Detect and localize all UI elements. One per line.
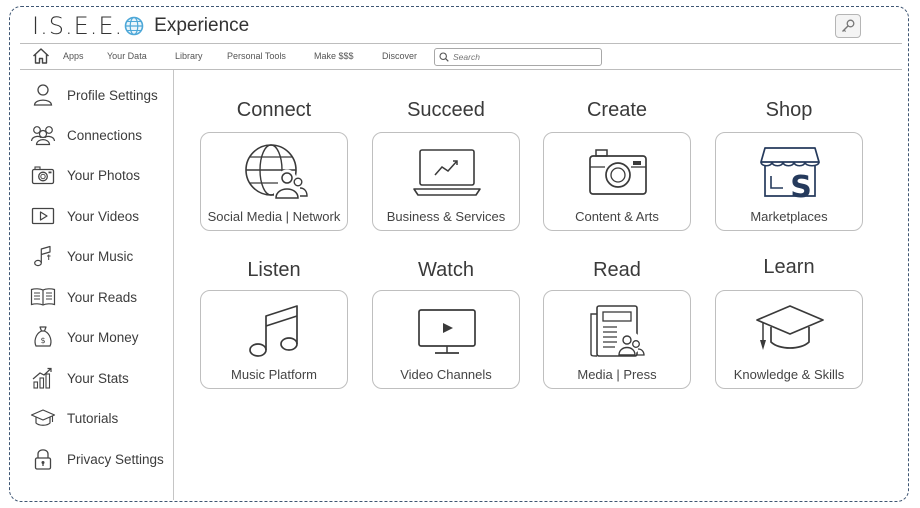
svg-text:$: $ <box>40 336 45 345</box>
camera-icon <box>31 166 55 185</box>
card-label: Music Platform <box>231 367 317 382</box>
svg-text:S: S <box>790 170 812 202</box>
card-label: Business & Services <box>386 209 506 224</box>
category-title-connect: Connect <box>236 99 312 121</box>
card-learn[interactable]: Knowledge & Skills <box>715 290 863 389</box>
video-icon <box>31 207 55 225</box>
brand-logo[interactable]: I.S.E.E. Experience <box>32 12 249 40</box>
lock-icon <box>34 449 52 470</box>
sidebar-divider <box>173 70 174 500</box>
sidebar-item-label: Your Music <box>67 248 134 264</box>
brand-name: I.S.E.E. <box>32 12 124 40</box>
nav-your-data[interactable]: Your Data <box>107 51 147 61</box>
brand-subtitle: Experience <box>154 15 250 36</box>
sidebar-item-connections[interactable]: Connections <box>30 122 142 148</box>
sidebar-item-label: Connections <box>67 127 143 143</box>
search-input[interactable] <box>453 52 593 62</box>
tv-play-icon <box>418 309 476 354</box>
laptop-chart-icon <box>413 149 481 196</box>
person-icon <box>33 84 53 106</box>
sidebar-item-your-money[interactable]: $ Your Money <box>30 324 139 350</box>
category-title-read: Read <box>593 259 641 281</box>
app-frame <box>9 6 909 502</box>
globe-people-icon <box>245 144 308 202</box>
sidebar-item-label: Your Videos <box>67 208 140 224</box>
card-label: Social Media | Network <box>207 209 341 224</box>
book-icon <box>30 288 56 306</box>
sidebar-item-label: Tutorials <box>67 410 119 426</box>
storefront-icon: S <box>760 147 820 202</box>
category-title-succeed: Succeed <box>407 99 485 121</box>
card-create[interactable]: Content & Arts <box>543 132 691 231</box>
sidebar-item-privacy-settings[interactable]: Privacy Settings <box>30 446 164 472</box>
category-title-listen: Listen <box>247 259 301 281</box>
sidebar-item-label: Your Stats <box>67 370 129 386</box>
music-notes-icon <box>249 305 298 357</box>
sidebar-item-label: Your Money <box>67 329 139 345</box>
sidebar-item-label: Your Photos <box>67 167 141 183</box>
category-title-create: Create <box>586 99 648 121</box>
sidebar-item-label: Privacy Settings <box>67 451 164 467</box>
globe-icon <box>124 16 144 36</box>
card-watch[interactable]: Video Channels <box>372 290 520 389</box>
search-box[interactable] <box>434 48 602 66</box>
card-label: Knowledge & Skills <box>733 367 845 382</box>
newspaper-icon <box>590 305 645 357</box>
sidebar-item-profile-settings[interactable]: Profile Settings <box>30 82 158 108</box>
header-divider <box>20 43 902 44</box>
category-title-watch: Watch <box>418 259 474 281</box>
stats-icon <box>32 367 52 389</box>
nav-personal-tools[interactable]: Personal Tools <box>227 51 286 61</box>
camera-icon <box>589 149 647 195</box>
sidebar-item-your-reads[interactable]: Your Reads <box>30 284 137 310</box>
graduation-cap-icon <box>756 305 824 350</box>
key-button[interactable] <box>835 14 861 38</box>
graduation-cap-icon <box>30 409 56 426</box>
sidebar-item-tutorials[interactable]: Tutorials <box>30 405 118 431</box>
nav-discover[interactable]: Discover <box>382 51 417 61</box>
sidebar-item-your-videos[interactable]: Your Videos <box>30 203 139 229</box>
sidebar-item-your-stats[interactable]: Your Stats <box>30 365 129 391</box>
group-icon <box>30 126 56 146</box>
nav-divider <box>20 69 902 70</box>
category-title-learn: Learn <box>763 256 815 278</box>
card-shop[interactable]: S Marketplaces <box>715 132 863 231</box>
card-read[interactable]: Media | Press <box>543 290 691 389</box>
card-label: Video Channels <box>400 367 492 382</box>
category-title-shop: Shop <box>765 99 813 121</box>
sidebar-item-your-photos[interactable]: Your Photos <box>30 162 140 188</box>
card-succeed[interactable]: Business & Services <box>372 132 520 231</box>
search-icon <box>439 52 449 62</box>
sidebar-item-label: Profile Settings <box>67 87 158 103</box>
card-connect[interactable]: Social Media | Network <box>200 132 348 231</box>
money-bag-icon: $ <box>34 326 52 347</box>
card-listen[interactable]: Music Platform <box>200 290 348 389</box>
card-label: Content & Arts <box>575 209 659 224</box>
nav-library[interactable]: Library <box>175 51 203 61</box>
music-icon <box>34 245 51 267</box>
nav-make-money[interactable]: Make $$$ <box>314 51 354 61</box>
nav-apps[interactable]: Apps <box>63 51 84 61</box>
card-label: Marketplaces <box>750 209 828 224</box>
key-icon <box>842 19 855 33</box>
sidebar-item-label: Your Reads <box>67 289 138 305</box>
home-icon[interactable] <box>32 47 50 65</box>
sidebar-item-your-music[interactable]: Your Music <box>30 243 133 269</box>
card-label: Media | Press <box>577 367 657 382</box>
